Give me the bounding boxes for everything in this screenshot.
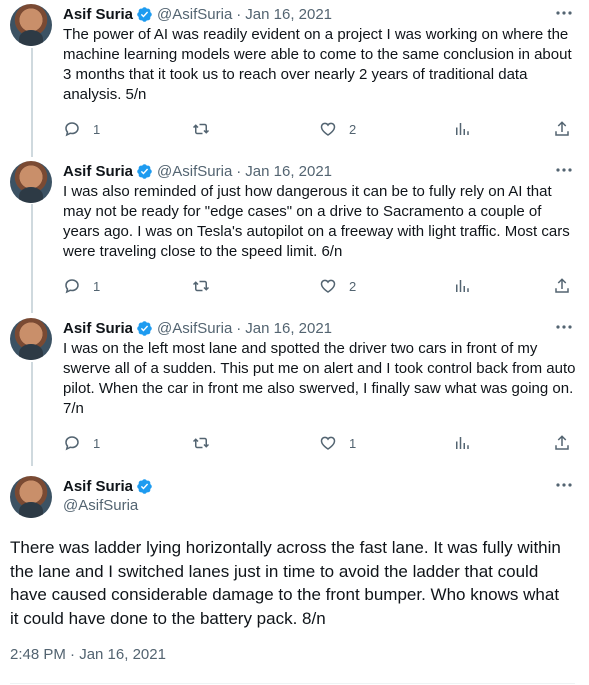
retweet-icon <box>192 437 210 449</box>
tweet-actions: 1 2 <box>63 120 573 140</box>
author-handle[interactable]: @AsifSuria <box>157 163 232 180</box>
reply-icon <box>65 436 79 451</box>
author-name[interactable]: Asif Suria <box>63 6 133 23</box>
share-button[interactable] <box>553 277 571 295</box>
views-button[interactable] <box>453 434 471 452</box>
verified-badge-icon <box>137 6 152 22</box>
reply-icon <box>65 279 79 294</box>
tweet-date[interactable]: Jan 16, 2021 <box>245 163 332 180</box>
share-icon <box>555 121 569 136</box>
tweet-header: Asif Suria @AsifSuria · Jan 16, 2021 <box>63 318 332 338</box>
verified-badge-icon <box>137 478 152 494</box>
avatar[interactable] <box>10 4 52 46</box>
reply-count: 1 <box>93 121 101 137</box>
separator: · <box>236 319 242 337</box>
retweet-button[interactable] <box>192 120 222 138</box>
tweet-text: I was also reminded of just how dangerou… <box>63 183 570 260</box>
analytics-icon <box>456 437 469 449</box>
focused-tweet: Asif Suria @AsifSuria There was ladder l… <box>0 476 589 685</box>
thread-tweet[interactable]: Asif Suria @AsifSuria · Jan 16, 2021 I w… <box>0 318 589 458</box>
avatar[interactable] <box>10 318 52 360</box>
share-icon <box>555 278 569 293</box>
views-button[interactable] <box>453 277 471 295</box>
more-options-icon[interactable] <box>555 10 573 16</box>
like-count: 2 <box>349 121 357 137</box>
like-button[interactable]: 2 <box>319 120 356 138</box>
author-name[interactable]: Asif Suria <box>63 163 133 180</box>
separator: · <box>236 5 242 23</box>
share-button[interactable] <box>553 120 571 138</box>
analytics-icon <box>456 123 469 135</box>
views-button[interactable] <box>453 120 471 138</box>
retweet-icon <box>192 280 210 292</box>
tweet-date[interactable]: Jan 16, 2021 <box>245 320 332 337</box>
verified-badge-icon <box>137 163 152 179</box>
retweet-button[interactable] <box>192 434 222 452</box>
divider <box>10 683 575 684</box>
avatar[interactable] <box>10 161 52 203</box>
more-options-icon[interactable] <box>555 324 573 330</box>
verified-badge-icon <box>137 320 152 336</box>
thread-tweet[interactable]: Asif Suria @AsifSuria · Jan 16, 2021 I w… <box>0 161 589 301</box>
reply-count: 1 <box>93 278 101 294</box>
reply-button[interactable]: 1 <box>63 277 100 295</box>
author-handle[interactable]: @AsifSuria <box>63 497 157 514</box>
tweet-actions: 1 1 <box>63 434 573 454</box>
reply-icon <box>65 122 79 137</box>
heart-icon <box>320 279 336 293</box>
retweet-button[interactable] <box>192 277 222 295</box>
tweet-header: Asif Suria @AsifSuria <box>63 476 157 514</box>
tweet-text: I was on the left most lane and spotted … <box>63 340 576 417</box>
tweet-date[interactable]: Jan 16, 2021 <box>245 6 332 23</box>
more-options-icon[interactable] <box>555 167 573 173</box>
thread-tweet[interactable]: Asif Suria @AsifSuria · Jan 16, 2021 The… <box>0 4 589 144</box>
reply-count: 1 <box>93 435 101 451</box>
heart-icon <box>320 122 336 136</box>
reply-button[interactable]: 1 <box>63 120 100 138</box>
like-count: 2 <box>349 278 357 294</box>
like-button[interactable]: 1 <box>319 434 356 452</box>
like-count: 1 <box>349 435 357 451</box>
tweet-timestamp[interactable]: 2:48 PM · Jan 16, 2021 <box>10 646 166 663</box>
heart-icon <box>320 436 336 450</box>
reply-button[interactable]: 1 <box>63 434 100 452</box>
tweet-text: There was ladder lying horizontally acro… <box>10 538 561 628</box>
retweet-icon <box>192 123 210 135</box>
avatar[interactable] <box>10 476 52 518</box>
like-button[interactable]: 2 <box>319 277 356 295</box>
tweet-header: Asif Suria @AsifSuria · Jan 16, 2021 <box>63 161 332 181</box>
author-handle[interactable]: @AsifSuria <box>157 320 232 337</box>
share-button[interactable] <box>553 434 571 452</box>
separator: · <box>236 162 242 180</box>
author-name[interactable]: Asif Suria <box>63 320 133 337</box>
author-handle[interactable]: @AsifSuria <box>157 6 232 23</box>
tweet-header: Asif Suria @AsifSuria · Jan 16, 2021 <box>63 4 332 24</box>
tweet-text: The power of AI was readily evident on a… <box>63 26 572 103</box>
more-options-icon[interactable] <box>555 482 573 488</box>
author-name[interactable]: Asif Suria <box>63 478 133 495</box>
analytics-icon <box>456 280 469 292</box>
tweet-actions: 1 2 <box>63 277 573 297</box>
share-icon <box>555 435 569 450</box>
